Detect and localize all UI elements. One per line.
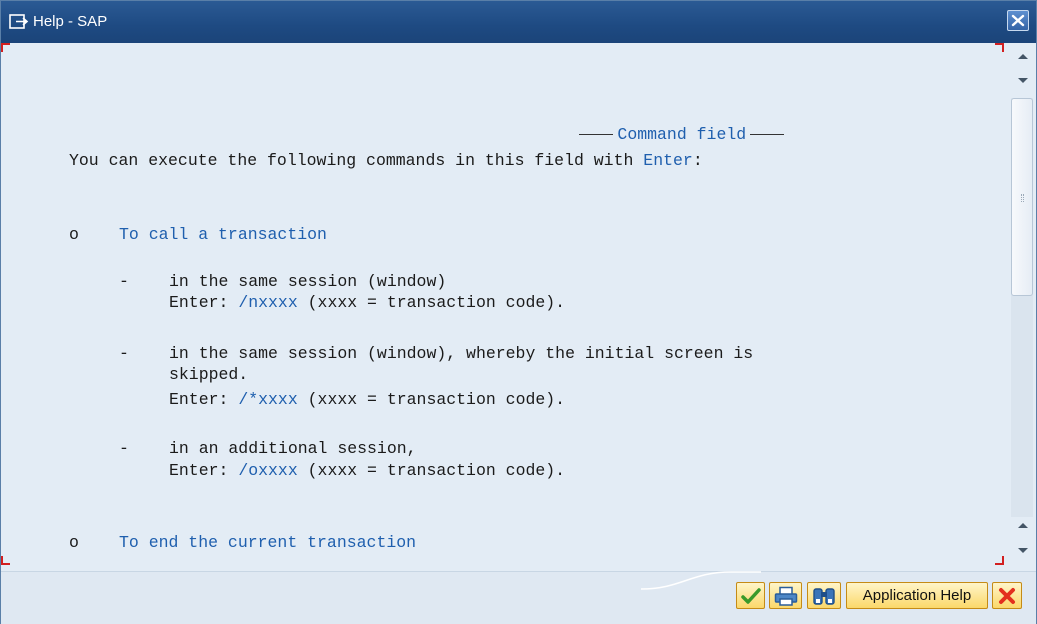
help-dialog: Help - SAP Command field You can execute… (0, 0, 1037, 624)
scroll-up-icon[interactable] (1015, 50, 1031, 64)
find-button[interactable] (807, 582, 841, 609)
vertical-scrollbar[interactable] (1009, 43, 1036, 571)
item-enter-line: Enter: /*xxxx (xxxx = transaction code). (169, 390, 565, 410)
enter-label: Enter: (169, 293, 239, 312)
item-dash: - (119, 272, 129, 291)
window-title: Help - SAP (33, 13, 108, 30)
command-description: (xxxx = transaction code). (297, 390, 566, 409)
item-text: skipped. (169, 365, 249, 384)
frame-corner (1, 556, 10, 565)
frame-corner (1, 43, 10, 52)
section-bullet: o (69, 225, 79, 244)
command-code-link[interactable]: /oxxxx (238, 461, 297, 480)
command-description: (xxxx = transaction code). (297, 293, 566, 312)
cancel-button[interactable] (992, 582, 1022, 609)
item-enter-line: Enter: /nxxxx (xxxx = transaction code). (169, 293, 565, 313)
scroll-thumb[interactable] (1011, 98, 1033, 296)
item-dash: - (119, 344, 129, 363)
ok-button[interactable] (736, 582, 765, 609)
close-button[interactable] (1007, 10, 1029, 31)
page-down-icon[interactable] (1015, 543, 1031, 557)
command-description: (xxxx = transaction code). (297, 461, 566, 480)
close-icon (1011, 14, 1025, 27)
enter-label: Enter: (169, 461, 239, 480)
cancel-icon (999, 588, 1015, 604)
print-button[interactable] (769, 582, 802, 609)
item-dash: - (119, 439, 129, 458)
help-window-icon (8, 12, 30, 32)
binoculars-icon (813, 588, 835, 605)
heading-text: Command field (617, 125, 747, 144)
heading-rule (750, 134, 785, 136)
enter-link[interactable]: Enter (643, 151, 693, 170)
section-end-transaction-link[interactable]: To end the current transaction (119, 533, 416, 553)
scroll-track[interactable] (1011, 98, 1033, 517)
printer-icon (774, 586, 798, 606)
intro-text-end: : (692, 151, 703, 170)
heading-rule (579, 134, 614, 136)
checkmark-icon (741, 588, 761, 604)
button-bar: Application Help (1, 571, 1036, 624)
item-enter-line: Enter: /oxxxx (xxxx = transaction code). (169, 461, 565, 481)
intro-text: You can execute the following commands i… (69, 151, 703, 171)
title-bar[interactable]: Help - SAP (1, 1, 1036, 43)
scroll-down-icon[interactable] (1015, 73, 1031, 87)
intro-text-start: You can execute the following commands i… (69, 151, 644, 170)
command-code-link[interactable]: /nxxxx (238, 293, 297, 312)
frame-corner (995, 43, 1004, 52)
help-content: Command field You can execute the follow… (1, 43, 1036, 571)
grip-icon (1021, 194, 1024, 202)
section-bullet: o (69, 533, 79, 552)
enter-label: Enter: (169, 390, 239, 409)
item-text: in an additional session, (169, 439, 417, 458)
frame-corner (995, 556, 1004, 565)
section-call-transaction-link[interactable]: To call a transaction (119, 225, 327, 245)
command-code-link[interactable]: /*xxxx (238, 390, 297, 409)
page-up-icon[interactable] (1015, 519, 1031, 533)
item-text: in the same session (window) (169, 272, 447, 291)
item-text: in the same session (window), whereby th… (169, 344, 754, 363)
application-help-button[interactable]: Application Help (846, 582, 988, 609)
